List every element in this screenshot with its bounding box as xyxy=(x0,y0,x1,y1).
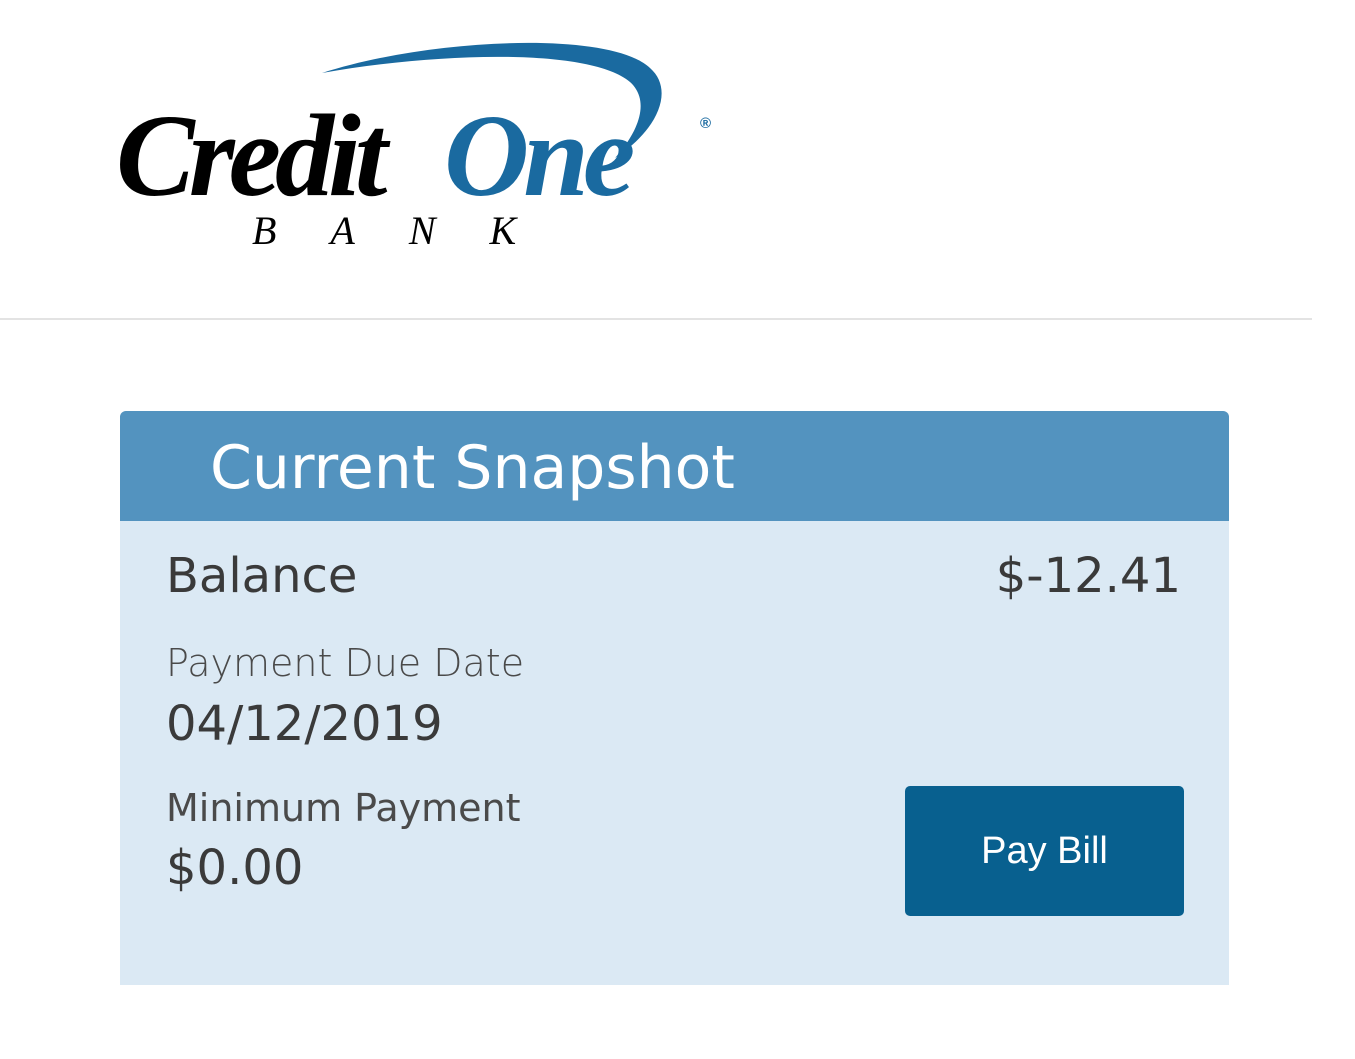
card-header: Current Snapshot xyxy=(120,411,1229,521)
balance-label: Balance xyxy=(166,548,358,604)
logo-word-credit: Credit xyxy=(116,90,391,221)
card-title: Current Snapshot xyxy=(210,433,735,503)
header-divider xyxy=(0,318,1312,320)
payment-due-date-label: Payment Due Date xyxy=(166,641,525,685)
logo-graphic: Credit One ® BANK xyxy=(116,42,711,253)
minimum-payment-label: Minimum Payment xyxy=(166,786,521,830)
registered-mark-icon: ® xyxy=(700,115,711,132)
current-snapshot-card: Current Snapshot Balance $-12.41 Payment… xyxy=(120,411,1229,985)
page: Credit One ® BANK Current Snapshot Balan… xyxy=(0,0,1355,1059)
pay-bill-button[interactable]: Pay Bill xyxy=(905,786,1184,916)
credit-one-bank-logo[interactable]: Credit One ® BANK xyxy=(110,30,730,260)
balance-value: $-12.41 xyxy=(995,548,1181,604)
minimum-payment-value: $0.00 xyxy=(166,840,304,896)
payment-due-date-value: 04/12/2019 xyxy=(166,696,443,752)
logo-word-bank: BANK xyxy=(252,208,570,253)
logo-word-one: One xyxy=(444,90,633,221)
